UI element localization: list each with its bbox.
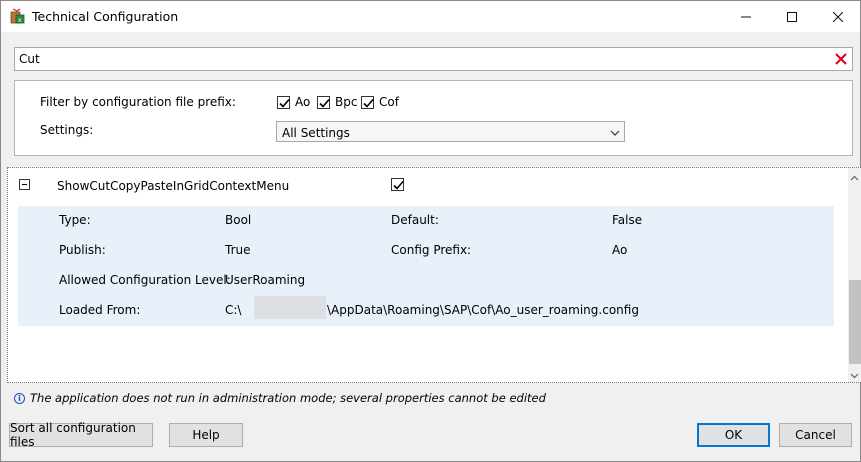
- cancel-button[interactable]: Cancel: [779, 423, 852, 447]
- loaded-from-label: Loaded From:: [59, 303, 141, 317]
- allowed-level-value: UserRoaming: [225, 273, 306, 287]
- info-icon: i: [14, 392, 25, 404]
- setting-enabled-checkbox[interactable]: [391, 178, 404, 191]
- search-input[interactable]: Cut: [14, 47, 853, 71]
- help-button[interactable]: Help: [169, 423, 243, 447]
- maximize-button[interactable]: [769, 1, 815, 32]
- filter-panel: Filter by configuration file prefix: Ao …: [14, 80, 853, 156]
- redacted-path-block: [254, 296, 326, 319]
- checkmark-icon: [393, 180, 404, 190]
- setting-details: Type: Bool Default: False Publish: True …: [18, 206, 834, 326]
- clear-x-icon[interactable]: [833, 50, 849, 68]
- admin-mode-notice: i The application does not run in admini…: [14, 391, 546, 405]
- collapse-toggle-icon[interactable]: [19, 179, 30, 190]
- allowed-level-label: Allowed Configuration Level:: [59, 273, 231, 287]
- settings-label: Settings:: [40, 123, 94, 137]
- minimize-button[interactable]: [723, 1, 769, 32]
- admin-mode-notice-text: The application does not run in administ…: [30, 391, 546, 405]
- prefix-ao-checkbox[interactable]: Ao: [277, 95, 310, 109]
- prefix-cof-label: Cof: [379, 95, 399, 109]
- default-label: Default:: [391, 213, 439, 227]
- scrollbar-thumb[interactable]: [849, 280, 861, 364]
- settings-select[interactable]: All Settings: [276, 121, 625, 142]
- sort-config-files-button[interactable]: Sort all configuration files: [9, 421, 153, 449]
- prefix-ao-label: Ao: [295, 95, 311, 109]
- search-value: Cut: [19, 52, 40, 66]
- settings-selected-value: All Settings: [282, 126, 350, 140]
- checkmark-icon: [317, 95, 330, 109]
- filter-prefix-label: Filter by configuration file prefix:: [40, 95, 236, 109]
- publish-label: Publish:: [59, 243, 106, 257]
- config-prefix-value: Ao: [612, 243, 628, 257]
- prefix-bpc-label: Bpc: [335, 95, 358, 109]
- checkmark-icon: [361, 95, 374, 109]
- settings-grid: ShowCutCopyPasteInGridContextMenu Type: …: [7, 167, 861, 383]
- vertical-scrollbar[interactable]: [848, 168, 861, 382]
- loaded-from-prefix: C:\: [225, 303, 242, 317]
- title-bar: x Technical Configuration: [1, 1, 860, 32]
- app-config-icon: x: [10, 8, 26, 24]
- chevron-down-icon: [610, 127, 620, 137]
- technical-configuration-window: x Technical Configuration Cut Filter by …: [0, 0, 861, 462]
- svg-text:x: x: [18, 17, 22, 24]
- scroll-up-arrow-icon[interactable]: [850, 172, 859, 181]
- prefix-bpc-checkbox[interactable]: Bpc: [317, 95, 357, 109]
- loaded-from-suffix: \AppData\Roaming\SAP\Cof\Ao_user_roaming…: [327, 303, 639, 317]
- window-title: Technical Configuration: [32, 9, 179, 24]
- type-label: Type:: [59, 213, 91, 227]
- setting-name: ShowCutCopyPasteInGridContextMenu: [57, 179, 290, 193]
- default-value: False: [612, 213, 643, 227]
- config-prefix-label: Config Prefix:: [391, 243, 472, 257]
- checkmark-icon: [277, 95, 290, 109]
- ok-button[interactable]: OK: [697, 423, 770, 447]
- setting-row-header: ShowCutCopyPasteInGridContextMenu: [8, 168, 844, 202]
- publish-value: True: [225, 243, 251, 257]
- type-value: Bool: [225, 213, 252, 227]
- prefix-cof-checkbox[interactable]: Cof: [361, 95, 399, 109]
- close-button[interactable]: [815, 1, 861, 32]
- scroll-down-arrow-icon[interactable]: [850, 369, 859, 379]
